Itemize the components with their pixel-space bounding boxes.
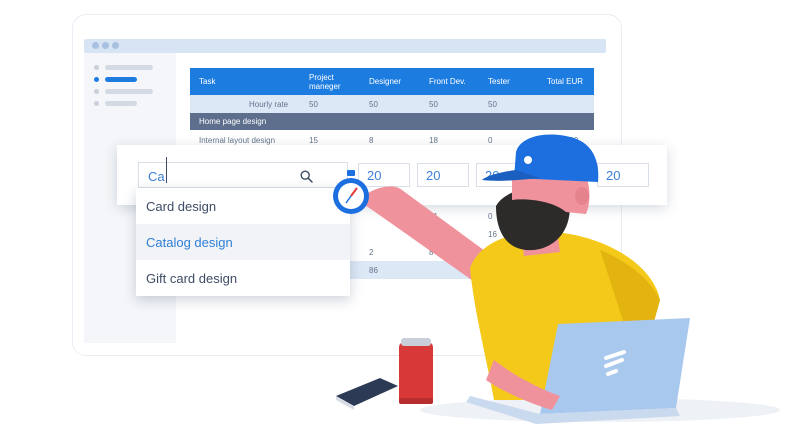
soda-can [399,338,433,404]
cap-logo-icon [524,156,532,164]
ear [575,187,589,205]
illustration-scene [333,134,780,424]
notebook [336,378,398,410]
stopwatch-icon [333,170,369,214]
